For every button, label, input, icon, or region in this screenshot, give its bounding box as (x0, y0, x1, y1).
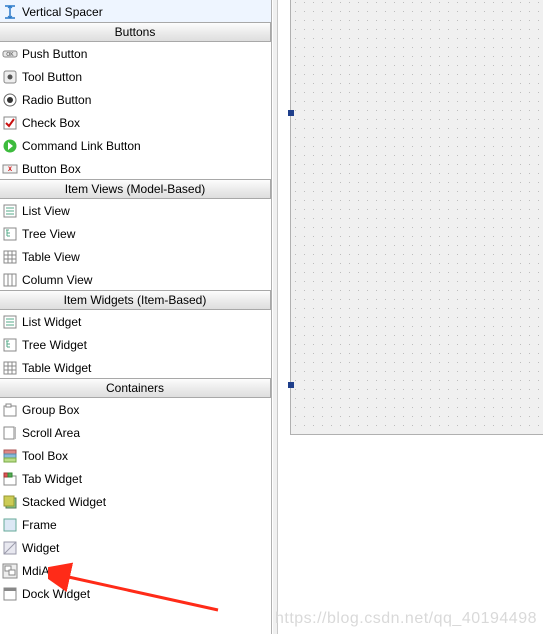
widget-item-label: Group Box (22, 403, 79, 417)
widget-item[interactable]: Dock Widget (0, 582, 271, 605)
widget-item[interactable]: Scroll Area (0, 421, 271, 444)
widget-item[interactable]: Check Box (0, 111, 271, 134)
table-widget-icon (2, 360, 18, 376)
radio-button-icon (2, 92, 18, 108)
widget-item-label: Tree View (22, 227, 75, 241)
vertical-spacer-icon (2, 4, 18, 20)
widget-item-label: List View (22, 204, 70, 218)
column-view-icon (2, 272, 18, 288)
list-widget-icon (2, 314, 18, 330)
widget-item-label: Button Box (22, 162, 81, 176)
widget-item[interactable]: Frame (0, 513, 271, 536)
category-header[interactable]: Buttons (0, 22, 271, 42)
widget-item-label: Scroll Area (22, 426, 80, 440)
group-box-icon (2, 402, 18, 418)
widget-item-label: Tool Box (22, 449, 68, 463)
tool-box-icon (2, 448, 18, 464)
widget-item[interactable]: Vertical Spacer (0, 0, 271, 23)
tree-widget-icon (2, 337, 18, 353)
tab-widget-icon (2, 471, 18, 487)
widget-item-label: Tab Widget (22, 472, 82, 486)
widget-item[interactable]: Table View (0, 245, 271, 268)
widget-item[interactable]: Tool Box (0, 444, 271, 467)
widget-item-label: Column View (22, 273, 92, 287)
resize-handle[interactable] (288, 110, 294, 116)
widget-item[interactable]: Tool Button (0, 65, 271, 88)
main-layout: Vertical Spacer Buttons OK Push Button Tool … (0, 0, 543, 634)
category-header[interactable]: Containers (0, 378, 271, 398)
widget-item-label: Vertical Spacer (22, 5, 103, 19)
widget-item-label: MdiArea (22, 564, 67, 578)
category-header[interactable]: Item Widgets (Item-Based) (0, 290, 271, 310)
dock-widget-icon (2, 586, 18, 602)
widget-item[interactable]: OK Push Button (0, 42, 271, 65)
widget-item-label: Check Box (22, 116, 80, 130)
widget-item-label: Tree Widget (22, 338, 87, 352)
widget-item-label: List Widget (22, 315, 81, 329)
widget-icon (2, 540, 18, 556)
mdi-area-icon (2, 563, 18, 579)
resize-handle[interactable] (288, 382, 294, 388)
tool-button-icon (2, 69, 18, 85)
widget-item-label: Push Button (22, 47, 87, 61)
push-button-icon: OK (2, 46, 18, 62)
widget-item[interactable]: Table Widget (0, 356, 271, 379)
command-link-icon (2, 138, 18, 154)
stacked-widget-icon (2, 494, 18, 510)
list-view-icon (2, 203, 18, 219)
widget-item[interactable]: List View (0, 199, 271, 222)
widget-item[interactable]: MdiArea (0, 559, 271, 582)
widget-item[interactable]: Command Link Button (0, 134, 271, 157)
widget-item-label: Command Link Button (22, 139, 141, 153)
widget-item[interactable]: Stacked Widget (0, 490, 271, 513)
category-header[interactable]: Item Views (Model-Based) (0, 179, 271, 199)
widget-item[interactable]: List Widget (0, 310, 271, 333)
check-box-icon (2, 115, 18, 131)
form-canvas[interactable] (290, 0, 543, 435)
widget-item[interactable]: Tab Widget (0, 467, 271, 490)
widget-item[interactable]: Group Box (0, 398, 271, 421)
design-canvas-area (278, 0, 543, 634)
frame-icon (2, 517, 18, 533)
button-box-icon: X (2, 161, 18, 177)
widget-item-label: Widget (22, 541, 59, 555)
widget-item-label: Table Widget (22, 361, 91, 375)
svg-text:OK: OK (6, 52, 14, 58)
svg-text:X: X (8, 167, 12, 173)
widget-item[interactable]: X Button Box (0, 157, 271, 180)
widget-item-label: Tool Button (22, 70, 82, 84)
scroll-area-icon (2, 425, 18, 441)
widget-box-panel[interactable]: Vertical Spacer Buttons OK Push Button Tool … (0, 0, 272, 634)
table-view-icon (2, 249, 18, 265)
widget-item-label: Radio Button (22, 93, 91, 107)
widget-item[interactable]: Tree Widget (0, 333, 271, 356)
widget-item-label: Table View (22, 250, 80, 264)
widget-item[interactable]: Widget (0, 536, 271, 559)
widget-item-label: Stacked Widget (22, 495, 106, 509)
widget-item[interactable]: Radio Button (0, 88, 271, 111)
tree-view-icon (2, 226, 18, 242)
widget-item-label: Frame (22, 518, 57, 532)
widget-item[interactable]: Tree View (0, 222, 271, 245)
widget-item-label: Dock Widget (22, 587, 90, 601)
widget-item[interactable]: Column View (0, 268, 271, 291)
